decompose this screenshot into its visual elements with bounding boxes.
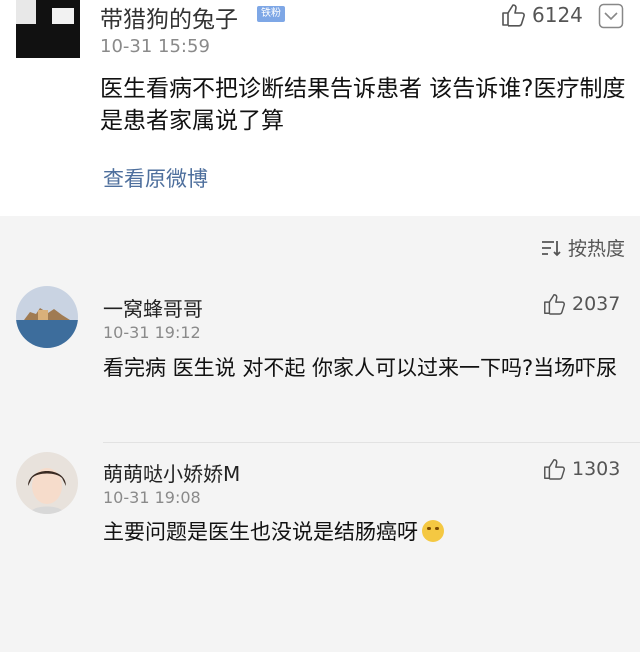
comment-time: 10-31 19:08 [103, 488, 201, 507]
comment-author-avatar[interactable] [16, 286, 78, 348]
avatar-image [16, 452, 78, 514]
crying-laughing-emoji-icon [422, 520, 444, 542]
comment-like-count: 2037 [572, 293, 621, 315]
sort-by-hot-button[interactable]: 按热度 [540, 234, 625, 261]
chevron-down-icon [598, 3, 624, 29]
comment-text: 看完病 医生说 对不起 你家人可以过来一下吗?当场吓尿 [103, 356, 618, 380]
comment-text: 主要问题是医生也没说是结肠癌呀 [103, 520, 418, 544]
comment-like-button[interactable]: 1303 [542, 457, 620, 481]
comment-author-name[interactable]: 一窝蜂哥哥 [103, 293, 203, 322]
post-author-name[interactable]: 带猎狗的兔子 [100, 0, 238, 34]
comment-author-avatar[interactable] [16, 452, 78, 514]
comment-time: 10-31 19:12 [103, 323, 201, 342]
fan-badge: 铁粉 [257, 6, 285, 22]
view-original-link[interactable]: 查看原微博 [103, 163, 208, 193]
post-author-avatar[interactable] [16, 0, 80, 58]
avatar-image [16, 286, 78, 348]
post-time: 10-31 15:59 [100, 36, 210, 57]
comment-author-name[interactable]: 萌萌哒小娇娇M [103, 458, 240, 487]
sort-label: 按热度 [568, 238, 626, 260]
comment-item: 萌萌哒小娇娇M 10-31 19:08 1303 主要问题是医生也没说是结肠癌呀 [0, 452, 640, 652]
comment-like-count: 1303 [572, 458, 621, 480]
thumbs-up-icon [544, 294, 566, 315]
post-like-count: 6124 [532, 3, 583, 27]
post-text: 医生看病不把诊断结果告诉患者 该告诉谁?医疗制度是患者家属说了算 [100, 76, 626, 134]
sort-icon [542, 240, 561, 256]
thumbs-up-icon [502, 4, 525, 27]
comment-divider [103, 442, 640, 443]
thumbs-up-icon [544, 459, 566, 480]
comment-like-button[interactable]: 2037 [542, 292, 620, 316]
post-card: 带猎狗的兔子 铁粉 10-31 15:59 6124 医生看病不把诊断结果告诉患… [0, 0, 640, 216]
post-more-button[interactable] [598, 3, 624, 29]
comment-text-row: 主要问题是医生也没说是结肠癌呀 [103, 516, 628, 549]
post-like-button[interactable]: 6124 [500, 2, 583, 28]
